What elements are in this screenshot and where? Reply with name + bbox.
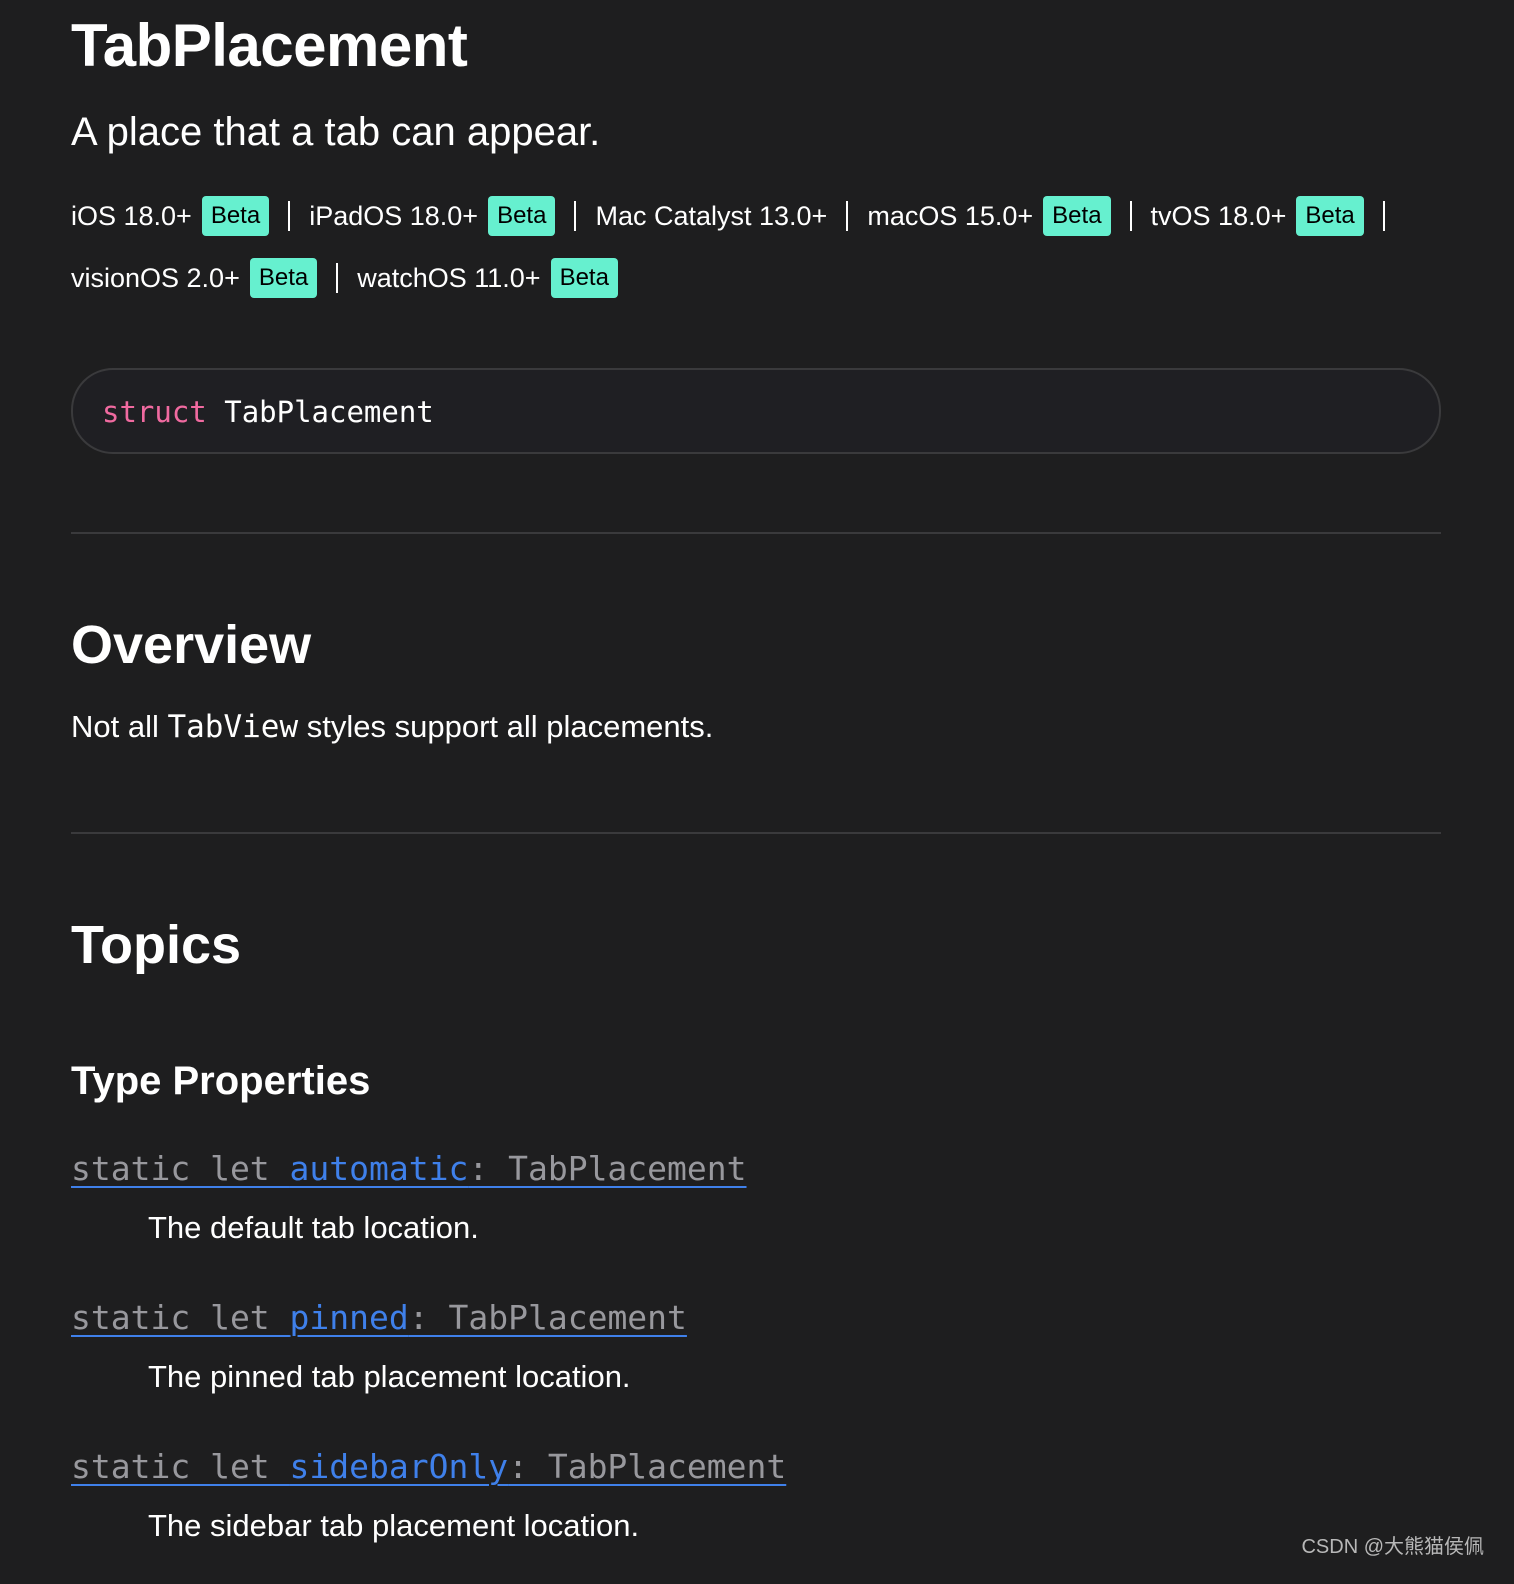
beta-badge: Beta — [550, 257, 618, 298]
topic-description: The default tab location. — [148, 1210, 479, 1245]
declaration-type-name: TabPlacement — [224, 395, 434, 429]
link-prefix: static let — [71, 1298, 290, 1337]
platform-tvos: tvOS 18.0+ Beta — [1151, 184, 1364, 246]
platform-availability: iOS 18.0+ Beta iPadOS 18.0+ Beta Mac Catalys… — [71, 184, 1441, 308]
separator — [288, 200, 291, 231]
link-prefix: static let — [71, 1149, 290, 1188]
link-suffix: : TabPlacement — [468, 1149, 747, 1188]
topic-link-pinned[interactable]: static let pinned: TabPlacement — [71, 1297, 687, 1339]
platform-name: watchOS 11.0+ — [357, 262, 541, 293]
platform-mac-catalyst: Mac Catalyst 13.0+ — [595, 184, 827, 246]
link-suffix: : TabPlacement — [508, 1447, 787, 1486]
declaration-keyword: struct — [102, 395, 207, 429]
separator — [1382, 200, 1385, 231]
page-abstract: A place that a tab can appear. — [71, 110, 601, 154]
section-divider — [71, 832, 1441, 834]
separator — [574, 200, 577, 231]
link-identifier: pinned — [289, 1298, 409, 1337]
link-identifier: automatic — [289, 1149, 469, 1188]
platform-name: macOS 15.0+ — [867, 200, 1034, 231]
tabview-code: TabView — [167, 709, 299, 745]
topic-link-sidebar-only[interactable]: static let sidebarOnly: TabPlacement — [71, 1446, 786, 1488]
platform-name: Mac Catalyst 13.0+ — [595, 200, 828, 231]
topics-heading: Topics — [71, 915, 242, 975]
platform-visionos: visionOS 2.0+ Beta — [71, 246, 318, 308]
declaration-code: struct TabPlacement — [102, 392, 434, 432]
topic-description: The sidebar tab placement location. — [148, 1508, 640, 1543]
link-identifier: sidebarOnly — [289, 1447, 509, 1486]
page-title: TabPlacement — [71, 12, 468, 79]
separator — [1129, 200, 1132, 231]
separator — [336, 262, 339, 293]
platform-name: tvOS 18.0+ — [1150, 200, 1287, 231]
platform-name: visionOS 2.0+ — [71, 262, 240, 293]
beta-badge: Beta — [249, 257, 318, 298]
overview-text: Not all TabView styles support all place… — [71, 707, 713, 747]
type-properties-heading: Type Properties — [71, 1059, 371, 1103]
link-suffix: : TabPlacement — [408, 1298, 687, 1337]
overview-text-after: styles support all placements. — [298, 709, 714, 744]
beta-badge: Beta — [1043, 195, 1111, 236]
watermark: CSDN @大熊猫侯佩 — [1301, 1536, 1484, 1558]
beta-badge: Beta — [201, 195, 270, 236]
section-divider — [71, 532, 1441, 534]
beta-badge: Beta — [1296, 195, 1364, 236]
topic-description: The pinned tab placement location. — [148, 1359, 631, 1394]
platform-name: iPadOS 18.0+ — [309, 200, 479, 231]
declaration-box: struct TabPlacement — [71, 368, 1441, 454]
overview-heading: Overview — [71, 615, 312, 675]
platform-watchos: watchOS 11.0+ Beta — [357, 246, 618, 308]
platform-macos: macOS 15.0+ Beta — [867, 184, 1111, 246]
link-prefix: static let — [71, 1447, 290, 1486]
platform-ios: iOS 18.0+ Beta — [71, 184, 270, 246]
topic-link-automatic[interactable]: static let automatic: TabPlacement — [71, 1148, 747, 1190]
overview-text-before: Not all — [71, 709, 168, 744]
beta-badge: Beta — [488, 195, 556, 236]
platform-name: iOS 18.0+ — [71, 200, 192, 231]
separator — [846, 200, 849, 231]
platform-ipados: iPadOS 18.0+ Beta — [309, 184, 556, 246]
